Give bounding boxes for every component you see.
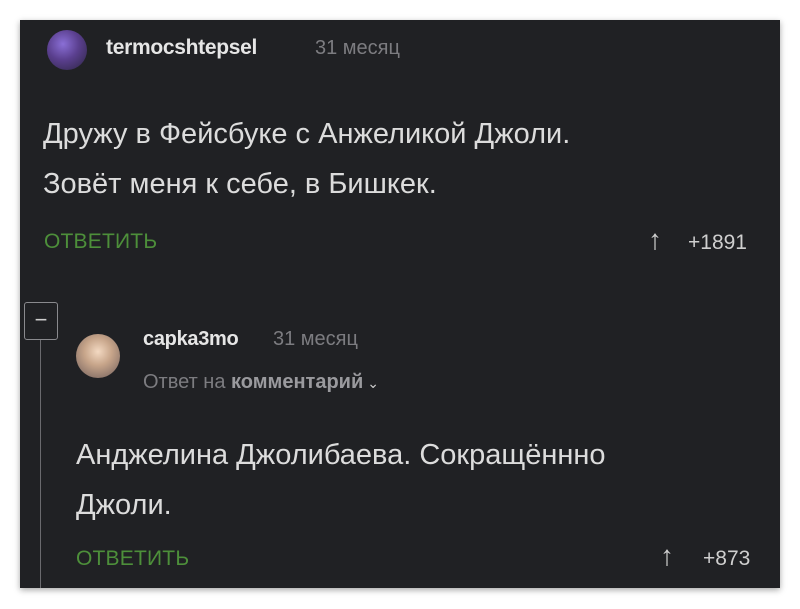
upvote-icon[interactable]: ↑ (660, 542, 674, 570)
comment-score: +873 (703, 547, 751, 570)
reply-to-link[interactable]: комментарий (231, 371, 363, 393)
comment-text: Анджелина Джолибаева. Сокращённно Джоли. (76, 430, 756, 530)
comment-text-line: Джоли. (76, 489, 172, 521)
comment-text-line: Анджелина Джолибаева. Сокращённно (76, 439, 606, 471)
comments-panel: termocshtepsel 31 месяц Дружу в Фейсбуке… (20, 20, 780, 588)
reply-comment: capka3mo 31 месяц Ответ на комментарий ⌄ … (20, 20, 780, 588)
chevron-down-icon[interactable]: ⌄ (367, 375, 379, 391)
comment-timestamp: 31 месяц (273, 328, 358, 350)
reply-button[interactable]: ОТВЕТИТЬ (76, 547, 189, 571)
avatar[interactable] (76, 334, 120, 378)
reply-to-indicator: Ответ на комментарий ⌄ (143, 371, 379, 394)
reply-to-prefix: Ответ на (143, 371, 226, 393)
comment-username[interactable]: capka3mo (143, 328, 239, 351)
